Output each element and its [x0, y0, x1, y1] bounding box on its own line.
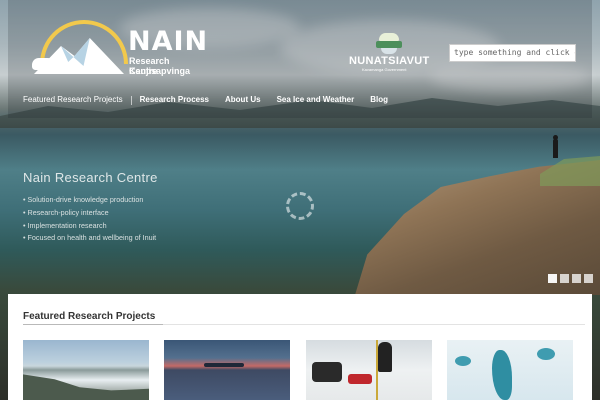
project-thumbnail-sunset[interactable] — [164, 340, 290, 400]
project-thumbnail-ice-drilling[interactable] — [306, 340, 432, 400]
government-emblem-icon — [376, 33, 402, 55]
slider-title: Nain Research Centre — [23, 170, 158, 185]
nav-blog[interactable]: Blog — [362, 89, 396, 111]
project-thumbnail-landscape[interactable] — [23, 340, 149, 400]
slider-bullet: Solution-drive knowledge production — [23, 194, 156, 207]
government-name: NUNATSIAVUT — [349, 55, 430, 67]
polar-bear-icon — [32, 58, 56, 70]
featured-projects-section: Featured Research Projects — [8, 294, 592, 400]
slider-dot-3[interactable] — [572, 274, 581, 283]
government-tagline: Kavamanga Government — [362, 67, 407, 72]
slider-bullet: Focused on health and wellbeing of Inuit — [23, 232, 157, 245]
slider-bullet: Research-policy interface — [23, 207, 156, 220]
slider-dot-4[interactable] — [584, 274, 593, 283]
site-subtitle-inuktitut: Kaujisapvinga — [129, 66, 191, 76]
site-logo[interactable]: NAIN Research Centre Kaujisapvinga — [28, 20, 207, 78]
nav-about-us[interactable]: About Us — [217, 89, 269, 111]
nav-research-process[interactable]: Research Process — [132, 89, 217, 111]
section-title: Featured Research Projects — [23, 311, 156, 322]
grassy-rock — [540, 156, 600, 186]
slider-bullets: Solution-drive knowledge production Rese… — [23, 194, 157, 245]
search-input[interactable]: type something and click enter — [449, 44, 576, 62]
government-logo[interactable]: NUNATSIAVUT Kavamanga Government — [346, 33, 434, 72]
slider-dot-1[interactable] — [548, 274, 557, 283]
slider-dot-2[interactable] — [560, 274, 569, 283]
nav-sea-ice-and-weather[interactable]: Sea Ice and Weather — [269, 89, 363, 111]
section-divider-accent — [23, 324, 163, 325]
slider-pagination — [548, 274, 593, 283]
slider-bullet: Implementation research — [23, 220, 156, 233]
loading-spinner-icon — [286, 192, 314, 220]
site-name: NAIN — [128, 26, 209, 57]
main-nav: Featured Research Projects Research Proc… — [8, 89, 592, 111]
person-silhouette — [553, 135, 558, 158]
nav-featured-research-projects[interactable]: Featured Research Projects — [8, 89, 131, 111]
project-thumbnail-sea-ice[interactable] — [447, 340, 573, 400]
